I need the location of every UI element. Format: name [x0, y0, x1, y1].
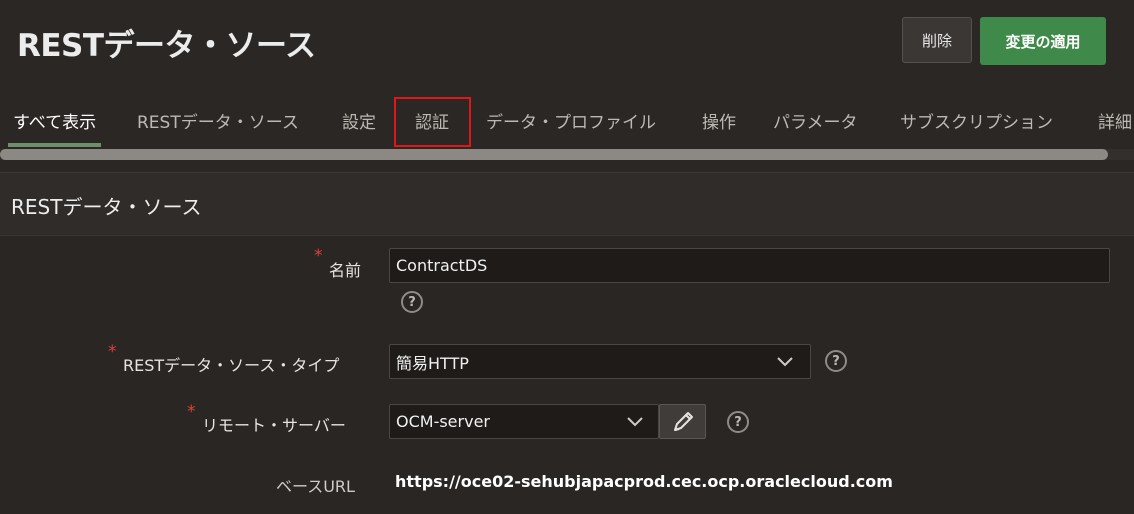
page-header: RESTデータ・ソース 削除 変更の適用	[0, 0, 1134, 88]
required-marker: *	[187, 402, 196, 422]
tab-scrollbar-thumb[interactable]	[0, 149, 1108, 160]
name-input[interactable]: ContractDS	[389, 248, 1110, 283]
type-label: RESTデータ・ソース・タイプ	[123, 356, 340, 375]
remote-server-label: リモート・サーバー	[202, 416, 346, 435]
tab-rest-data-source[interactable]: RESTデータ・ソース	[137, 108, 299, 133]
help-icon[interactable]: ?	[825, 350, 847, 372]
chevron-down-icon	[627, 417, 643, 427]
help-icon[interactable]: ?	[727, 411, 749, 433]
apply-changes-button[interactable]: 変更の適用	[980, 17, 1106, 65]
delete-button[interactable]: 削除	[902, 17, 972, 63]
tab-parameters[interactable]: パラメータ	[773, 108, 858, 133]
name-label: 名前	[329, 261, 362, 280]
tab-operations[interactable]: 操作	[702, 108, 736, 133]
remote-server-select[interactable]: OCM-server	[389, 404, 659, 439]
tab-subscriptions[interactable]: サブスクリプション	[900, 108, 1053, 133]
required-marker: *	[314, 246, 323, 266]
tab-settings[interactable]: 設定	[342, 108, 376, 133]
page-title: RESTデータ・ソース	[17, 28, 316, 64]
region-title: RESTデータ・ソース	[11, 195, 202, 219]
base-url-value: https://oce02-sehubjapacprod.cec.ocp.ora…	[395, 472, 893, 491]
pencil-icon	[673, 411, 693, 431]
required-marker: *	[108, 342, 117, 362]
active-tab-indicator	[8, 143, 101, 147]
edit-remote-server-button[interactable]	[659, 404, 706, 439]
tab-details[interactable]: 詳細	[1098, 108, 1132, 133]
help-icon[interactable]: ?	[401, 291, 423, 313]
tab-highlight-box	[394, 97, 471, 147]
type-select[interactable]: 簡易HTTP	[389, 344, 811, 379]
tab-data-profile[interactable]: データ・プロファイル	[486, 108, 656, 133]
base-url-label: ベースURL	[276, 477, 355, 496]
chevron-down-icon	[777, 357, 793, 367]
tab-show-all[interactable]: すべて表示	[13, 108, 96, 133]
